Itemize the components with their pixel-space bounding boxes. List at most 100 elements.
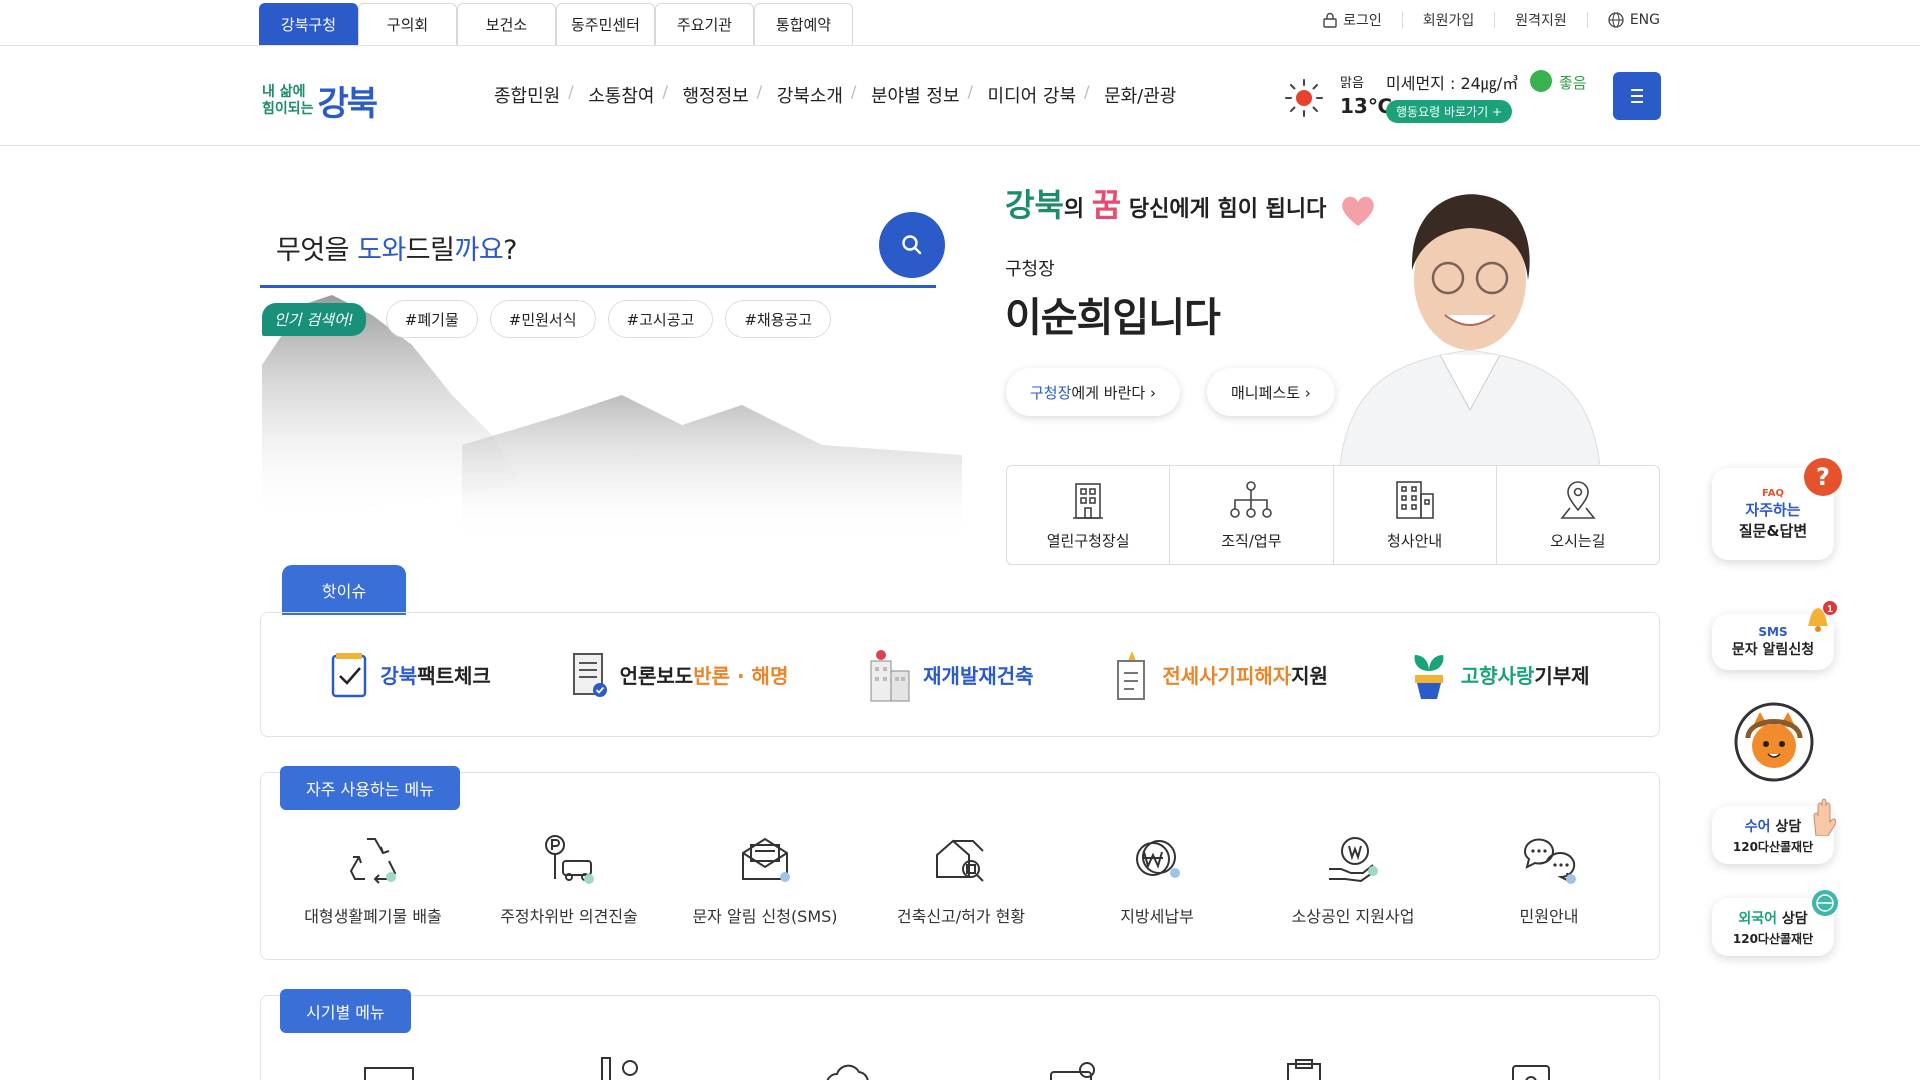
join-link[interactable]: 회원가입 [1403,12,1496,29]
sms-line: 문자 알림신청 [1731,642,1815,658]
search-icon [902,235,922,255]
search-input[interactable]: 무엇을 도와드릴까요? [276,228,518,267]
menu-label: 지방세납부 [1120,907,1194,926]
keyword-tag[interactable]: #고시공고 [607,300,714,338]
office-links: 열린구청장실 조직/업무 청사안내 오시는길 [1006,465,1660,565]
hot-issue-label-b: 지원 [1291,664,1328,688]
menu-sms-subscription[interactable]: 문자 알림 신청(SMS) [670,833,860,927]
office-building-icon [1395,480,1434,519]
parking-car-icon [545,835,594,884]
office-link-label: 열린구청장실 [1046,531,1130,550]
hot-issue-fact-check[interactable]: 강북 팩트체크 [330,650,491,700]
weather-temp: 13℃ [1340,94,1393,118]
sms-quick-button[interactable]: SMS 문자 알림신청 1 [1712,601,1837,670]
faq-line2: 질문&답변 [1738,521,1808,540]
building-guide-link[interactable]: 청사안내 [1334,466,1497,564]
hot-issue-label-a: 언론보도 [619,664,694,688]
language-link[interactable]: ENG [1588,12,1660,28]
search-prompt-5: ? [503,235,518,266]
gnb-media[interactable]: 미디어 강북 [968,82,1091,108]
hot-issue-tab[interactable]: 핫이슈 [282,565,406,615]
hot-issue-press[interactable]: 언론보도 반론 · 해명 [570,650,788,700]
mayor-portrait [1339,194,1601,466]
menu-civil-guide[interactable]: 민원안내 [1454,833,1644,927]
organization-link[interactable]: 조직/업무 [1170,466,1334,564]
gnb-culture[interactable]: 문화/관광 [1084,82,1190,108]
hot-issue-redevelopment[interactable]: 재개발재건축 [867,647,1034,703]
mayor-name: 이순희입니다 [1005,295,1221,341]
all-menu-button[interactable] [1613,72,1661,120]
popular-label: 인기 검색어! [262,302,366,336]
cloud-icon[interactable] [817,1056,877,1080]
menu-parking-violation[interactable]: 주정차위반 의견진술 [474,833,664,927]
hot-issue-box: 강북 팩트체크 언론보도 반론 · 해명 재개발재건축 전세사기피해자 지원 고향사… [260,612,1660,737]
hamburger-icon [1631,89,1643,103]
site-tab-council[interactable]: 구의회 [358,3,457,45]
gnb-about[interactable]: 강북소개 [757,82,857,108]
mayor-request-button[interactable]: 구청장 에게 바란다 › [1006,368,1180,416]
hand-coin-icon [1329,837,1378,883]
search-button[interactable] [879,212,945,278]
gnb-field-info[interactable]: 분야별 정보 [851,82,974,108]
globe-chat-icon [1812,890,1838,916]
faq-small-label: FAQ [1762,487,1784,499]
menu-bulky-waste[interactable]: 대형생활폐기물 배출 [278,833,468,927]
logo-sub-line2: 힘이되는 [262,100,314,117]
join-label: 회원가입 [1422,13,1475,29]
clipboard-icon[interactable] [1274,1056,1334,1080]
menu-building-permit[interactable]: 건축신고/허가 현황 [866,833,1056,927]
dust-status: 좋음 [1559,74,1587,92]
open-mayor-office-link[interactable]: 열린구청장실 [1007,466,1171,564]
search-prompt-3: 드릴 [405,235,455,266]
keyword-tag[interactable]: #민원서식 [489,300,596,338]
gnb-civil[interactable]: 종합민원 [480,82,574,108]
menu-label: 대형생활폐기물 배출 [304,907,442,926]
gnb-participation[interactable]: 소통참여 [568,82,668,108]
menu-local-tax[interactable]: 지방세납부 [1062,833,1252,927]
frequent-menu-tab: 자주 사용하는 메뉴 [280,766,460,810]
site-tab-gangbuk[interactable]: 강북구청 [259,3,358,45]
site-tab-community[interactable]: 동주민센터 [556,3,655,45]
language-label: ENG [1629,12,1660,28]
remote-support-link[interactable]: 원격지원 [1495,12,1588,29]
plant-pot-icon [1414,654,1444,699]
action-guide-button[interactable]: 행동요령 바로가기 + [1386,100,1513,123]
menu-small-business[interactable]: 소상공인 지원사업 [1258,833,1448,927]
season-menu-list [275,1056,1647,1080]
gnb-admin-info[interactable]: 행정정보 [662,82,763,108]
foreign-line2: 120다산콜재단 [1732,931,1814,946]
site-tab-health[interactable]: 보건소 [457,3,556,45]
sign-language-consult-button[interactable]: 수어 상담 120다산콜재단 [1712,798,1837,864]
keyword-tag[interactable]: #채용공고 [725,300,832,338]
season-icon-1[interactable] [359,1056,419,1080]
chat-bubbles-icon [1524,838,1576,884]
site-tab-reservation[interactable]: 통합예약 [754,3,853,45]
keyword-tag[interactable]: #폐기물 [385,300,478,338]
hot-issue-label-a: 재개발재건축 [923,664,1034,688]
hot-issue-label-a: 강북 [380,664,418,688]
thermometer-sun-icon[interactable] [588,1056,648,1080]
sign-line2: 120다산콜재단 [1732,839,1814,854]
wallet-icon[interactable] [1503,1056,1563,1080]
hot-issue-hometown-donation[interactable]: 고향사랑 기부제 [1407,649,1590,701]
season-icon-4[interactable] [1045,1056,1105,1080]
hot-issue-jeonse-fraud[interactable]: 전세사기피해자 지원 [1112,647,1328,703]
sign-line1-b: 상담 [1770,818,1802,835]
support-document-icon [1117,650,1146,700]
site-tab-agencies[interactable]: 주요기관 [655,3,754,45]
house-search-icon [936,839,984,882]
directions-link[interactable]: 오시는길 [1497,466,1659,564]
lock-icon [1323,12,1337,28]
site-logo[interactable]: 내 삶에 힘이되는 강북 [262,76,378,125]
slogan-gangbuk: 강북 [1005,186,1064,224]
mascot-button[interactable] [1734,702,1814,782]
frequent-menu-box: 대형생활폐기물 배출 주정차위반 의견진술 문자 알림 신청(SMS) 건축신고… [260,772,1660,960]
faq-quick-button[interactable]: FAQ 자주하는 질문&답변 ? [1712,458,1842,560]
faq-line1: 자주하는 [1745,500,1801,519]
foreign-language-consult-button[interactable]: 외국어 상담 120다산콜재단 [1712,890,1838,956]
login-link[interactable]: 로그인 [1303,12,1403,29]
menu-label: 민원안내 [1519,907,1579,926]
hand-icon [1813,798,1837,836]
document-check-icon [572,652,607,697]
manifesto-button[interactable]: 매니페스토 › [1207,368,1335,416]
